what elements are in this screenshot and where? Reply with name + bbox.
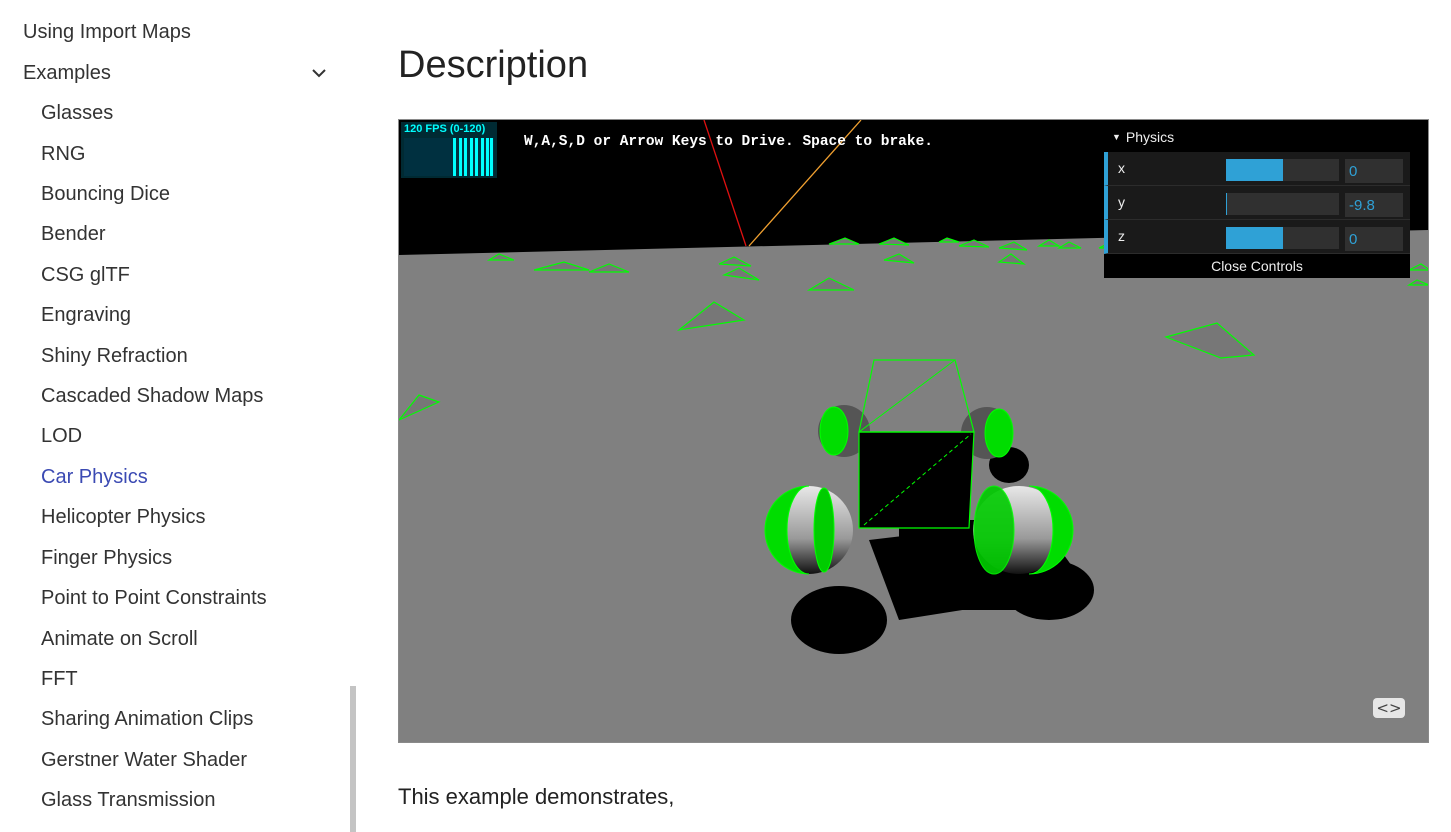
fps-graph bbox=[404, 138, 494, 176]
gravity-y-control: y bbox=[1104, 186, 1410, 220]
car-wheel-front-right bbox=[973, 485, 1074, 575]
sidebar-item-bouncing-dice[interactable]: Bouncing Dice bbox=[41, 183, 170, 206]
sidebar-item-glass-transmission[interactable]: Glass Transmission bbox=[41, 789, 216, 812]
gravity-z-input[interactable] bbox=[1345, 227, 1403, 251]
intro-paragraph: This example demonstrates, bbox=[398, 784, 675, 809]
sidebar-item-rng[interactable]: RNG bbox=[41, 143, 85, 166]
car-wheel-front-left bbox=[764, 485, 853, 575]
sidebar-item-car-physics[interactable]: Car Physics bbox=[41, 466, 148, 489]
sidebar-item-lod[interactable]: LOD bbox=[41, 425, 82, 448]
sidebar-item-shiny-refraction[interactable]: Shiny Refraction bbox=[41, 345, 188, 368]
fps-graph-bar bbox=[453, 138, 456, 176]
sidebar-item-helicopter-physics[interactable]: Helicopter Physics bbox=[41, 506, 206, 529]
fps-graph-bar bbox=[475, 138, 478, 176]
fps-label: 120 FPS (0-120) bbox=[404, 123, 486, 135]
gravity-x-control: x bbox=[1104, 152, 1410, 186]
fps-graph-bar bbox=[470, 138, 473, 176]
gravity-y-slider-fill bbox=[1226, 193, 1228, 215]
physics-folder-label: Physics bbox=[1125, 129, 1175, 145]
sidebar-item-fft[interactable]: FFT bbox=[41, 668, 78, 691]
fps-graph-bar bbox=[486, 138, 489, 176]
chevron-down-icon[interactable] bbox=[310, 64, 328, 82]
gravity-z-label: z bbox=[1118, 228, 1125, 244]
sidebar-nav: Using Import Maps Examples Glasses RNG B… bbox=[0, 0, 360, 832]
fps-graph-bar bbox=[464, 138, 467, 176]
gravity-y-input[interactable] bbox=[1345, 193, 1403, 217]
dat-gui-panel: ▼ Physics x y z Close Controls bbox=[1104, 122, 1410, 278]
nav-section-examples[interactable]: Examples bbox=[23, 62, 111, 85]
view-source-button[interactable]: <> bbox=[1373, 698, 1405, 718]
sidebar-scrollbar[interactable] bbox=[350, 686, 356, 832]
sidebar-item-finger-physics[interactable]: Finger Physics bbox=[41, 547, 172, 570]
sidebar-item-gerstner-water-shader[interactable]: Gerstner Water Shader bbox=[41, 749, 247, 772]
gravity-x-slider-fill bbox=[1226, 159, 1283, 181]
fps-stats-panel[interactable]: 120 FPS (0-120) bbox=[401, 122, 497, 178]
sidebar-item-csg-gltf[interactable]: CSG glTF bbox=[41, 264, 130, 287]
sidebar-item-point-to-point-constraints[interactable]: Point to Point Constraints bbox=[41, 587, 267, 610]
gravity-z-slider[interactable] bbox=[1226, 227, 1339, 249]
sidebar-item-glasses[interactable]: Glasses bbox=[41, 102, 113, 125]
drive-instructions: W,A,S,D or Arrow Keys to Drive. Space to… bbox=[524, 134, 933, 150]
fps-graph-bar bbox=[490, 138, 493, 176]
nav-link-using-import-maps[interactable]: Using Import Maps bbox=[23, 21, 191, 44]
gravity-y-slider[interactable] bbox=[1226, 193, 1339, 215]
fps-graph-bar bbox=[481, 138, 484, 176]
fps-graph-bar bbox=[459, 138, 462, 176]
sidebar-item-engraving[interactable]: Engraving bbox=[41, 304, 131, 327]
gravity-z-slider-fill bbox=[1226, 227, 1283, 249]
gravity-x-input[interactable] bbox=[1345, 159, 1403, 183]
sidebar-item-sharing-animation-clips[interactable]: Sharing Animation Clips bbox=[41, 708, 253, 731]
gravity-x-label: x bbox=[1118, 160, 1125, 176]
sidebar-item-cascaded-shadow-maps[interactable]: Cascaded Shadow Maps bbox=[41, 385, 263, 408]
gravity-x-slider[interactable] bbox=[1226, 159, 1339, 181]
gravity-z-control: z bbox=[1104, 220, 1410, 254]
caret-down-icon: ▼ bbox=[1112, 132, 1121, 142]
sidebar-item-animate-on-scroll[interactable]: Animate on Scroll bbox=[41, 628, 198, 651]
physics-folder-toggle[interactable]: ▼ Physics bbox=[1104, 122, 1410, 152]
3d-viewport[interactable]: 120 FPS (0-120) W,A,S,D or Arrow Keys to… bbox=[398, 119, 1429, 743]
close-controls-button[interactable]: Close Controls bbox=[1104, 254, 1410, 278]
page-title: Description bbox=[398, 44, 589, 86]
main-content: Description 120 FPS (0-120) W,A,S,D or A… bbox=[398, 0, 1451, 832]
sidebar-item-bender[interactable]: Bender bbox=[41, 223, 106, 246]
gravity-y-label: y bbox=[1118, 194, 1125, 210]
